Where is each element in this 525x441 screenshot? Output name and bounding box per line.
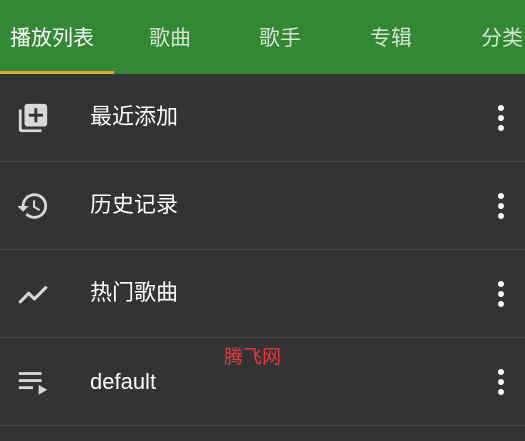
tab-songs[interactable]: 歌曲 (149, 0, 191, 74)
playlist-label: 热门歌曲 (90, 281, 179, 306)
playlist-add-icon (16, 101, 50, 135)
playlist-label: default (90, 369, 157, 394)
watermark: 腾飞网 (224, 346, 282, 368)
tab-bar: 播放列表 歌曲 歌手 专辑 分类 (0, 0, 525, 74)
more-options-icon[interactable] (489, 366, 513, 398)
playlist-label: 最近添加 (90, 105, 179, 130)
history-icon (16, 189, 50, 223)
tab-genres[interactable]: 分类 (481, 0, 523, 74)
more-options-icon[interactable] (489, 190, 513, 222)
tab-playlists[interactable]: 播放列表 (10, 0, 94, 74)
more-options-icon[interactable] (489, 278, 513, 310)
trending-up-icon (16, 277, 50, 311)
playlist-row-history[interactable]: 历史记录 (0, 162, 525, 250)
playlist-row-recently-added[interactable]: 最近添加 (0, 74, 525, 162)
playlist-row-top-tracks[interactable]: 热门歌曲 (0, 250, 525, 338)
tab-artists[interactable]: 歌手 (259, 0, 301, 74)
playlist-list: 最近添加 历史记录 热门歌曲 default (0, 74, 525, 426)
more-options-icon[interactable] (489, 102, 513, 134)
queue-music-icon (16, 365, 50, 399)
playlist-label: 历史记录 (90, 193, 179, 218)
tab-albums[interactable]: 专辑 (370, 0, 412, 74)
